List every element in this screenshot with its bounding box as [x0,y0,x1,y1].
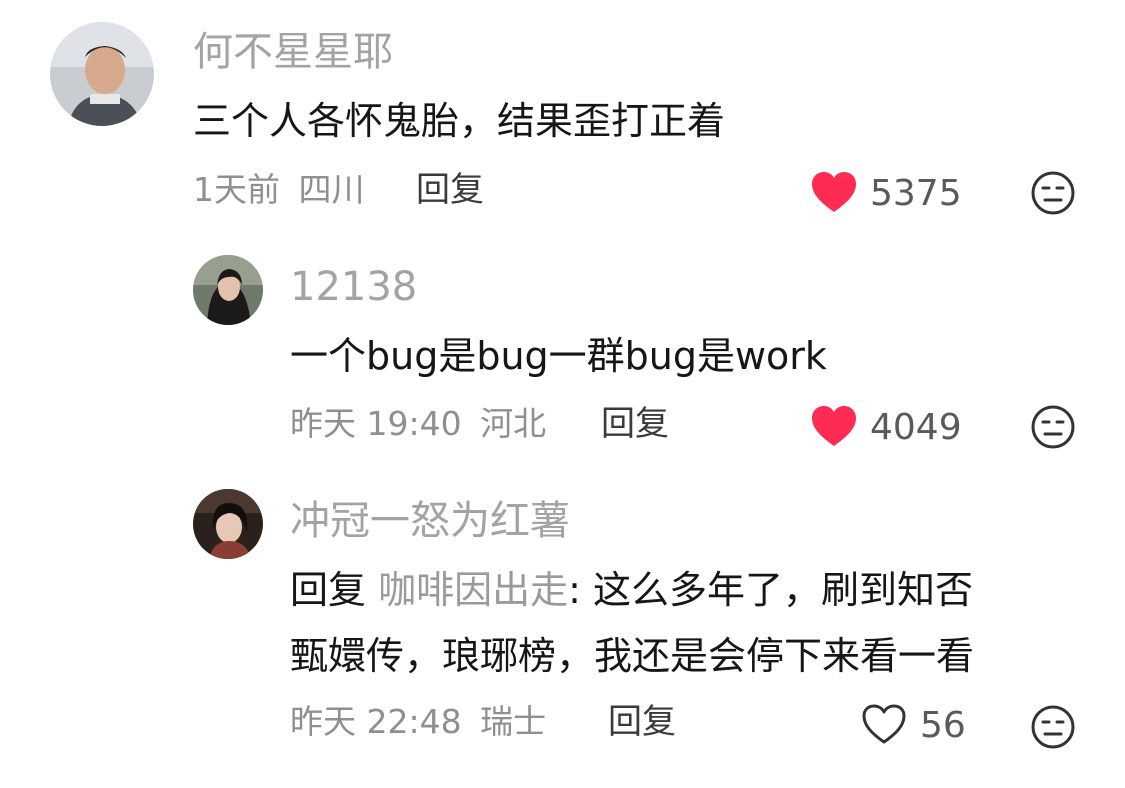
comment-meta: 昨天 22:48 瑞士 [290,700,546,744]
reply-button[interactable]: 回复 [601,402,669,446]
location: 河北 [480,404,547,443]
comment-text: 三个人各怀鬼胎，结果歪打正着 [193,99,726,143]
like-button[interactable]: 4049 [810,404,962,452]
meh-face-icon [1030,405,1076,454]
location: 瑞士 [480,702,547,741]
comment-text: 一个bug是bug一群bug是work [290,334,827,378]
comment-meta: 昨天 19:40 河北 [290,402,546,446]
username[interactable]: 冲冠一怒为红薯 [290,497,570,545]
reply-button[interactable]: 回复 [608,700,676,744]
heart-icon [810,404,858,452]
avatar-user-3[interactable] [193,489,263,559]
like-count: 5375 [870,173,962,214]
avatar-user-2[interactable] [193,255,263,325]
heart-icon [810,170,858,218]
mention-link[interactable]: 咖啡因出走 [378,568,568,612]
comment-text: 回复 咖啡因出走: 这么多年了，刷到知否 [290,564,973,616]
dislike-button[interactable] [1030,704,1076,754]
avatar-user-1[interactable] [50,22,154,126]
meh-face-icon [1030,705,1076,754]
timestamp: 昨天 22:48 [290,702,462,741]
reply-button[interactable]: 回复 [416,168,484,212]
username[interactable]: 何不星星耶 [193,28,393,76]
dislike-button[interactable] [1030,170,1076,220]
comment-meta: 1天前 四川 [193,168,365,212]
like-button[interactable]: 5375 [810,170,962,218]
timestamp: 1天前 [193,170,280,209]
timestamp: 昨天 19:40 [290,404,462,443]
like-button[interactable]: 56 [860,702,966,750]
comment-text-line2: 甄嬛传，琅琊榜，我还是会停下来看一看 [290,634,975,678]
heart-outline-icon [860,702,908,750]
like-count: 56 [920,705,966,746]
comment-text-line1: : 这么多年了，刷到知否 [568,568,974,612]
reply-prefix: 回复 [290,568,367,612]
location: 四川 [298,170,365,209]
username[interactable]: 12138 [290,263,417,311]
like-count: 4049 [870,407,962,448]
meh-face-icon [1030,171,1076,220]
dislike-button[interactable] [1030,404,1076,454]
